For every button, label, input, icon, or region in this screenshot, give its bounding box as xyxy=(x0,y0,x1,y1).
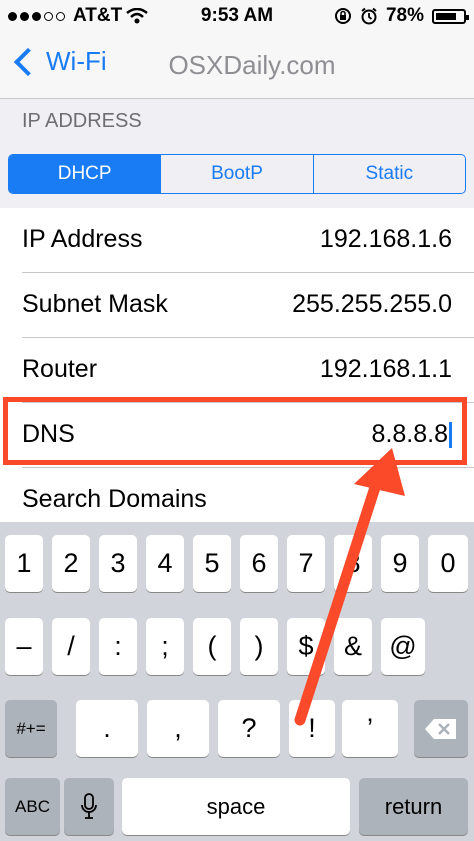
segment-dhcp[interactable]: DHCP xyxy=(9,155,162,193)
section-header: IP ADDRESS xyxy=(22,110,142,132)
dns-highlight-box xyxy=(3,397,467,465)
key[interactable]: 0 xyxy=(428,535,468,592)
key[interactable]: 5 xyxy=(193,535,231,592)
row-value[interactable]: 192.168.1.6 xyxy=(320,225,452,254)
dictation-key[interactable] xyxy=(64,778,114,835)
key[interactable]: & xyxy=(334,618,372,675)
numeric-keyboard: 1 2 3 4 5 6 7 8 9 0 – / : ; ( ) $ & @ #+… xyxy=(0,522,474,841)
settings-table: IP Address 192.168.1.6 Subnet Mask 255.2… xyxy=(0,208,474,533)
key[interactable]: / xyxy=(52,618,90,675)
abc-key[interactable]: ABC xyxy=(5,778,60,835)
navigation-bar: Wi-Fi OSXDaily.com xyxy=(0,32,474,99)
space-key[interactable]: space xyxy=(122,778,350,835)
key[interactable]: $ xyxy=(287,618,325,675)
row-value[interactable]: 255.255.255.0 xyxy=(292,290,452,319)
key[interactable]: 1 xyxy=(5,535,43,592)
microphone-icon xyxy=(81,792,97,819)
status-right: 78% xyxy=(334,5,469,27)
rotation-lock-icon xyxy=(334,8,351,24)
alarm-icon xyxy=(361,7,377,25)
row-label: Subnet Mask xyxy=(22,290,168,318)
return-key[interactable]: return xyxy=(359,778,468,835)
key[interactable]: 8 xyxy=(334,535,372,592)
ip-mode-segmented-control: DHCP BootP Static xyxy=(8,154,466,194)
key[interactable]: ) xyxy=(240,618,278,675)
row-ip-address: IP Address 192.168.1.6 xyxy=(0,208,474,273)
key[interactable]: ’ xyxy=(342,700,398,757)
key[interactable]: : xyxy=(99,618,137,675)
key[interactable]: @ xyxy=(381,618,425,675)
row-router: Router 192.168.1.1 xyxy=(0,338,474,403)
segment-bootp[interactable]: BootP xyxy=(161,155,314,193)
key[interactable]: 9 xyxy=(381,535,419,592)
key[interactable]: , xyxy=(147,700,209,757)
key[interactable]: ( xyxy=(193,618,231,675)
delete-icon xyxy=(425,718,456,739)
delete-key[interactable] xyxy=(414,700,468,757)
row-label: Search Domains xyxy=(22,485,207,513)
key[interactable]: 2 xyxy=(52,535,90,592)
row-label: IP Address xyxy=(22,225,143,253)
key[interactable]: – xyxy=(5,618,43,675)
key[interactable]: 6 xyxy=(240,535,278,592)
battery-icon xyxy=(432,8,469,24)
key[interactable]: ? xyxy=(218,700,280,757)
row-value[interactable]: 192.168.1.1 xyxy=(320,355,452,384)
battery-percent: 78% xyxy=(385,5,424,26)
status-bar: AT&T 9:53 AM 78% xyxy=(0,0,474,32)
key[interactable]: ! xyxy=(289,700,335,757)
key[interactable]: . xyxy=(76,700,138,757)
segment-static[interactable]: Static xyxy=(314,155,465,193)
symbols-key[interactable]: #+= xyxy=(5,700,57,757)
key[interactable]: 4 xyxy=(146,535,184,592)
key[interactable]: ; xyxy=(146,618,184,675)
key[interactable]: 3 xyxy=(99,535,137,592)
page-title: OSXDaily.com xyxy=(168,50,336,80)
key[interactable]: 7 xyxy=(287,535,325,592)
row-label: Router xyxy=(22,355,98,383)
row-subnet-mask: Subnet Mask 255.255.255.0 xyxy=(0,273,474,338)
